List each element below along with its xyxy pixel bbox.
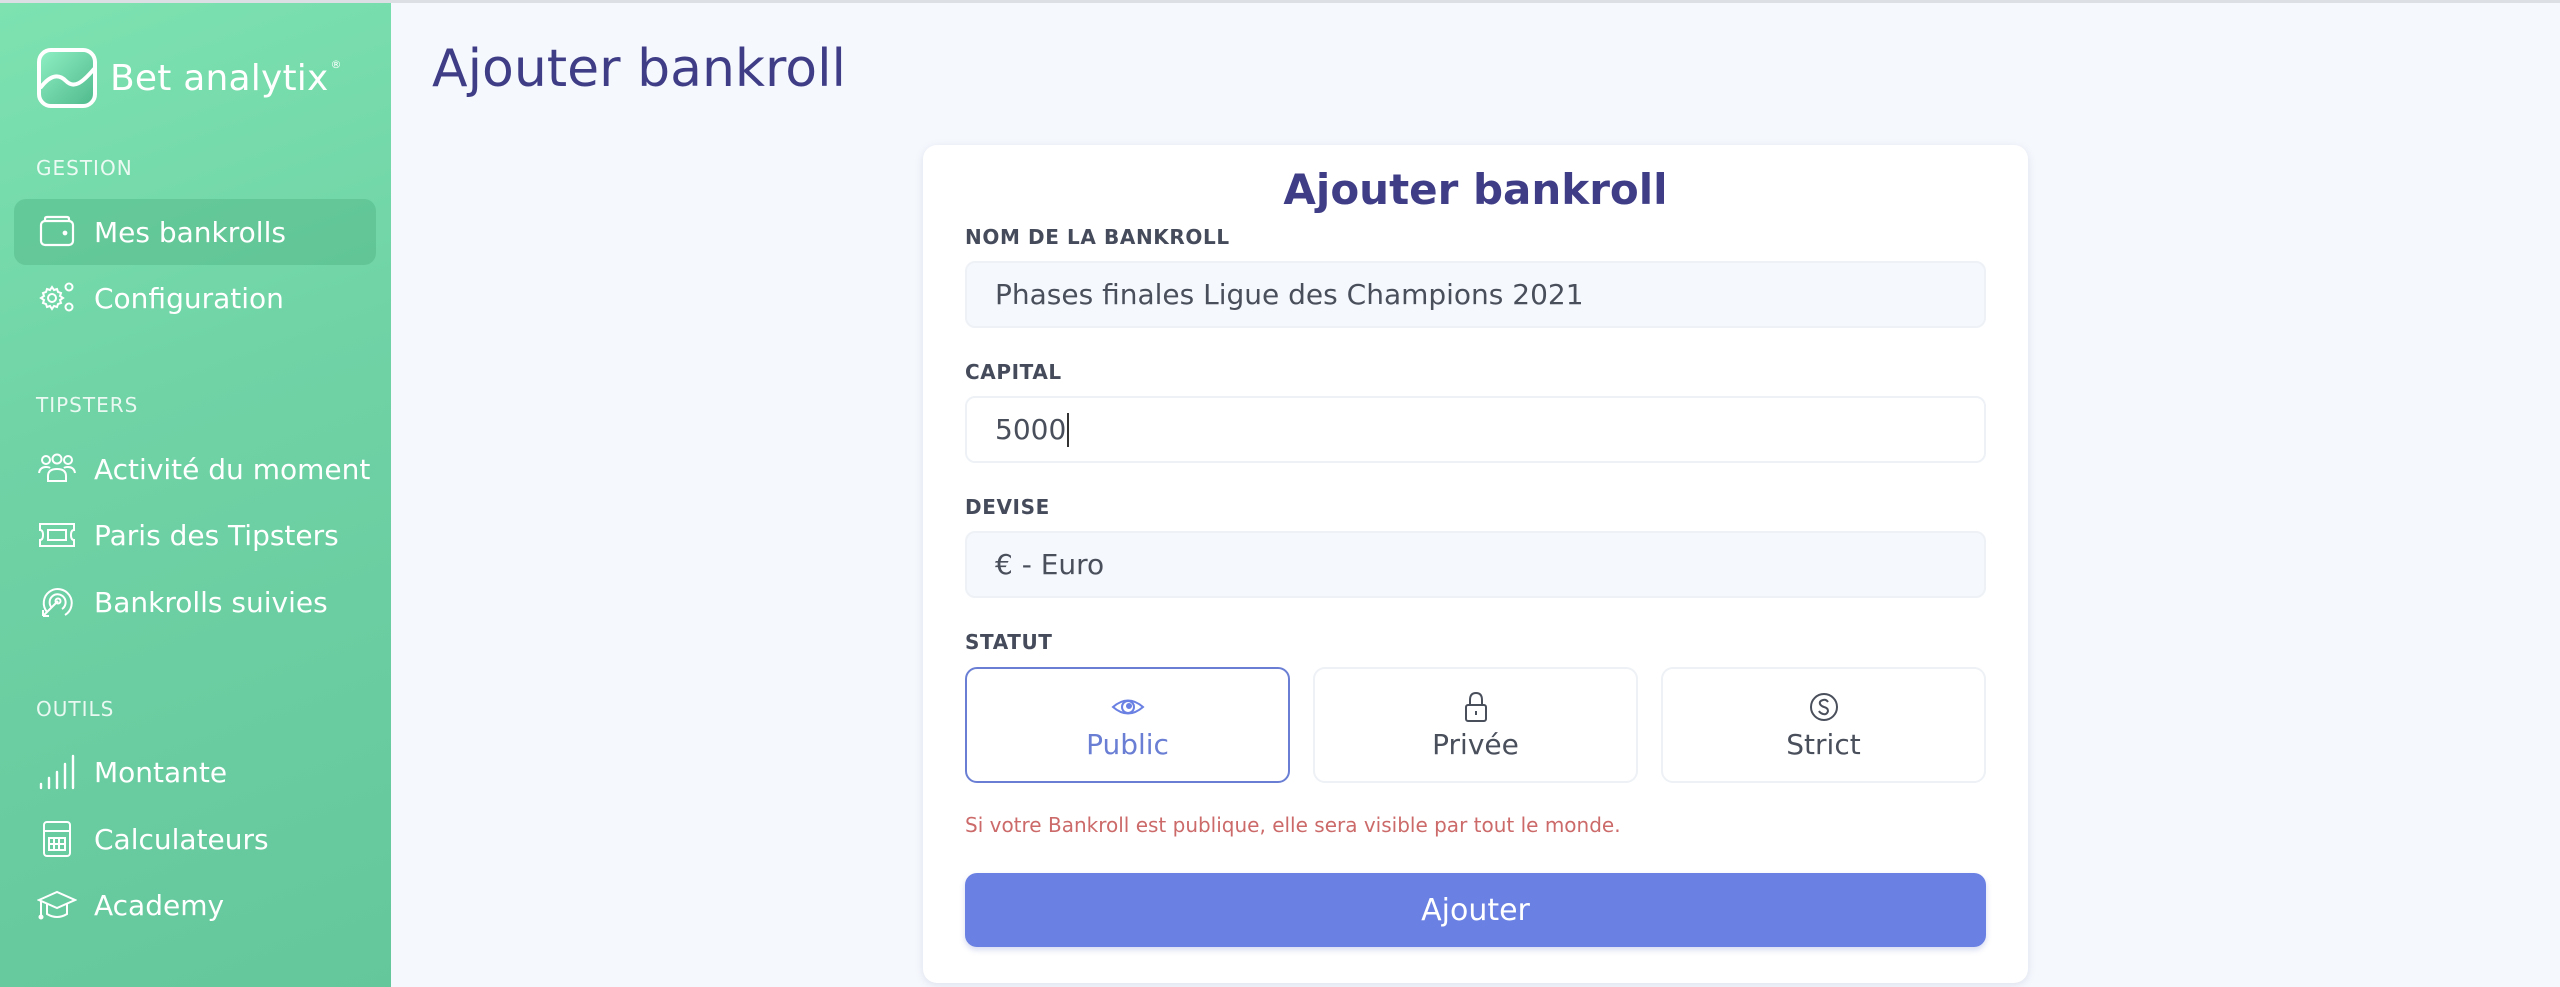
users-icon	[36, 448, 78, 490]
section-label-outils: OUTILS	[36, 697, 115, 721]
status-option-label: Public	[1086, 727, 1169, 761]
sidebar-item-label: Paris des Tipsters	[94, 518, 339, 552]
lock-icon	[1464, 691, 1487, 722]
add-bankroll-submit-button[interactable]: Ajouter	[965, 873, 1986, 947]
currency-label: DEVISE	[965, 495, 1050, 519]
sidebar-item-label: Academy	[94, 888, 225, 922]
calculator-icon	[36, 818, 78, 860]
gears-icon	[36, 277, 78, 319]
logo-icon	[37, 48, 97, 108]
section-label-tipsters: TIPSTERS	[36, 393, 139, 417]
sidebar-item-label: Bankrolls suivies	[94, 585, 328, 619]
strict-s-icon	[1809, 692, 1838, 721]
page-title: Ajouter bankroll	[432, 39, 846, 99]
bankroll-name-input[interactable]: Phases finales Ligue des Champions 2021	[965, 261, 1986, 328]
sidebar-item-academy[interactable]: Academy	[14, 872, 376, 938]
graduation-cap-icon	[36, 884, 78, 926]
sidebar-item-montante[interactable]: Montante	[14, 739, 376, 805]
sidebar-item-label: Configuration	[94, 281, 284, 315]
capital-value: 5000	[995, 413, 1067, 446]
sidebar-item-label: Montante	[94, 755, 228, 789]
sidebar-item-bankrolls-suivies[interactable]: Bankrolls suivies	[14, 569, 376, 635]
bankroll-name-label: NOM DE LA BANKROLL	[965, 225, 1230, 249]
currency-value: € - Euro	[995, 548, 1105, 581]
status-option-label: Privée	[1432, 727, 1519, 761]
status-option-public[interactable]: Public	[965, 667, 1290, 783]
brand-name: Bet analytix	[110, 57, 329, 99]
status-option-label: Strict	[1786, 727, 1861, 761]
registered-mark: ®	[330, 57, 342, 71]
form-title: Ajouter bankroll	[1283, 165, 1668, 214]
capital-label: CAPITAL	[965, 360, 1062, 384]
brand[interactable]: Bet analytix ®	[36, 45, 341, 111]
visibility-hint: Si votre Bankroll est publique, elle ser…	[965, 813, 1621, 837]
eye-icon	[1110, 699, 1145, 714]
signal-bars-icon	[36, 751, 78, 793]
sidebar: Bet analytix ® GESTION Mes bankrolls Con…	[0, 3, 391, 987]
sidebar-item-label: Activité du moment	[94, 452, 371, 486]
target-icon	[36, 581, 78, 623]
sidebar-item-label: Mes bankrolls	[94, 215, 286, 249]
status-option-privee[interactable]: Privée	[1313, 667, 1638, 783]
wallet-icon	[36, 211, 78, 253]
section-label-gestion: GESTION	[36, 156, 133, 180]
sidebar-item-activite-du-moment[interactable]: Activité du moment	[14, 436, 376, 502]
status-option-strict[interactable]: Strict	[1661, 667, 1986, 783]
text-caret	[1067, 412, 1070, 447]
sidebar-item-configuration[interactable]: Configuration	[14, 265, 376, 331]
sidebar-item-label: Calculateurs	[94, 822, 269, 856]
capital-input[interactable]: 5000	[965, 396, 1986, 463]
currency-select[interactable]: € - Euro	[965, 531, 1986, 598]
bankroll-name-value: Phases finales Ligue des Champions 2021	[995, 278, 1584, 311]
sidebar-item-calculateurs[interactable]: Calculateurs	[14, 806, 376, 872]
status-label: STATUT	[965, 630, 1053, 654]
add-bankroll-form-card: Ajouter bankroll NOM DE LA BANKROLL Phas…	[923, 145, 2028, 983]
ticket-icon	[36, 514, 78, 556]
sidebar-item-mes-bankrolls[interactable]: Mes bankrolls	[14, 199, 376, 265]
sidebar-item-paris-des-tipsters[interactable]: Paris des Tipsters	[14, 502, 376, 568]
